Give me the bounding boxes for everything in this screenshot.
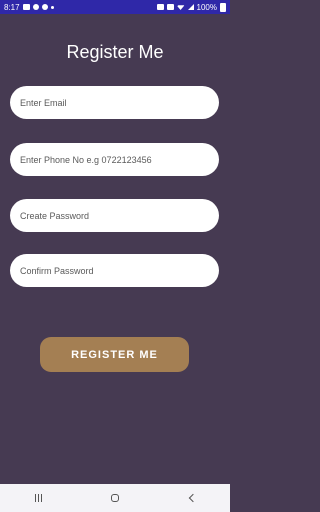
confirm-password-input[interactable] <box>20 265 209 276</box>
register-button[interactable]: REGISTER ME <box>40 337 189 372</box>
phone-field-container[interactable] <box>10 143 219 176</box>
chat-icon <box>41 4 48 10</box>
status-time: 8:17 <box>4 2 20 12</box>
status-bar: 8:17 100% <box>0 0 230 14</box>
signal-icon <box>187 4 194 10</box>
status-left: 8:17 <box>4 3 54 12</box>
navigation-bar <box>0 484 230 512</box>
battery-icon <box>220 2 226 12</box>
wifi-icon <box>176 5 185 10</box>
recents-icon <box>34 494 42 502</box>
messenger-icon <box>32 4 39 10</box>
image-icon <box>22 4 30 10</box>
password-field-container[interactable] <box>10 199 219 232</box>
dot-icon <box>50 5 54 9</box>
status-right: 100% <box>156 2 226 12</box>
page-title: Register Me <box>66 42 164 62</box>
phone-input[interactable] <box>20 154 209 165</box>
alarm-icon <box>156 4 164 10</box>
back-button[interactable] <box>177 488 207 508</box>
create-password-input[interactable] <box>20 210 209 221</box>
email-input[interactable] <box>20 97 209 108</box>
battery-percent: 100% <box>196 2 217 12</box>
recents-button[interactable] <box>23 488 53 508</box>
email-field-container[interactable] <box>10 86 219 119</box>
confirm-password-field-container[interactable] <box>10 254 219 287</box>
home-icon <box>110 494 119 502</box>
home-button[interactable] <box>100 488 130 508</box>
vibrate-icon <box>166 4 174 10</box>
back-icon <box>188 493 198 503</box>
